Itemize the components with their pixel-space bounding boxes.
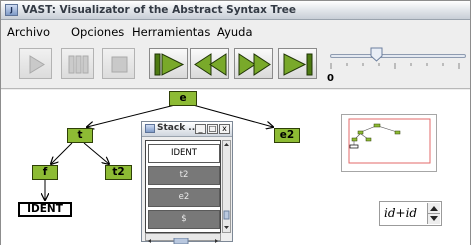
slider-ticks xyxy=(330,63,460,69)
java-app-icon: J xyxy=(5,4,18,16)
rewind-button[interactable] xyxy=(190,48,229,79)
tree-node-t[interactable]: t xyxy=(67,128,93,143)
spinner-buttons[interactable] xyxy=(427,203,440,224)
minimap-tree-icon xyxy=(348,118,431,164)
close-button[interactable]: x xyxy=(219,124,230,134)
window-title: VAST: Visualizator of the Abstract Synta… xyxy=(22,4,296,16)
fast-forward-button[interactable] xyxy=(234,48,273,79)
stack-window: Stack ... _ □ x IDENT t2 e2 $ xyxy=(141,121,233,245)
maximize-button[interactable]: □ xyxy=(207,124,218,134)
formula-spinner[interactable]: id+id xyxy=(379,201,442,226)
tree-canvas: e t e2 f t2 IDENT Stack ... _ □ x IDENT … xyxy=(1,90,470,245)
toolbar: 0 xyxy=(1,43,470,89)
stack-item: IDENT xyxy=(148,144,220,163)
stack-horizontal-scrollbar[interactable] xyxy=(145,233,221,245)
pause-button[interactable] xyxy=(61,48,94,79)
play-button[interactable] xyxy=(19,48,52,79)
scroll-arrows-icon xyxy=(223,143,230,229)
tree-node-e2[interactable]: e2 xyxy=(274,128,300,143)
pause-icon xyxy=(68,55,89,74)
title-bar[interactable]: J VAST: Visualizator of the Abstract Syn… xyxy=(1,1,470,20)
play-icon xyxy=(29,55,45,74)
rewind-icon xyxy=(194,53,227,76)
formula-input[interactable]: id+id xyxy=(384,206,417,220)
minimize-button[interactable]: _ xyxy=(195,124,206,134)
edge-t-t2 xyxy=(83,142,109,164)
menu-ayuda[interactable]: Ayuda xyxy=(217,25,253,39)
stop-button[interactable] xyxy=(102,48,135,79)
stack-title-bar[interactable]: Stack ... _ □ x xyxy=(142,122,232,137)
stack-title: Stack ... xyxy=(157,123,199,133)
edge-t-f xyxy=(51,142,73,164)
menu-bar: Archivo Opciones Herramientas Ayuda xyxy=(1,21,470,43)
hscroll-arrows-icon xyxy=(148,237,218,245)
step-last-button[interactable] xyxy=(278,48,317,79)
tree-node-e[interactable]: e xyxy=(169,91,197,106)
stack-item: e2 xyxy=(148,188,220,207)
menu-opciones[interactable]: Opciones xyxy=(71,25,124,39)
minimap-panel[interactable] xyxy=(341,114,437,172)
fast-forward-icon xyxy=(238,53,271,76)
tree-node-t2[interactable]: t2 xyxy=(105,165,132,180)
stack-item: $ xyxy=(148,210,220,229)
slider-track[interactable] xyxy=(330,54,466,58)
slider-value: 0 xyxy=(327,73,334,84)
step-first-button[interactable] xyxy=(149,48,188,79)
step-first-icon xyxy=(154,53,185,76)
step-last-icon xyxy=(283,53,313,76)
stack-window-icon xyxy=(145,124,155,133)
stop-icon xyxy=(111,56,128,73)
menu-archivo[interactable]: Archivo xyxy=(7,25,50,39)
slider-thumb[interactable] xyxy=(370,47,383,62)
tree-node-f[interactable]: f xyxy=(32,165,58,180)
stack-vertical-scrollbar[interactable] xyxy=(222,140,231,233)
main-window: J VAST: Visualizator of the Abstract Syn… xyxy=(0,0,471,245)
stack-item: t2 xyxy=(148,166,220,185)
spinner-arrows-icon xyxy=(428,206,440,221)
tree-leaf-ident[interactable]: IDENT xyxy=(18,202,72,217)
menu-herramientas[interactable]: Herramientas xyxy=(132,25,210,39)
stack-list: IDENT t2 e2 $ xyxy=(145,140,221,233)
speed-slider[interactable]: 0 xyxy=(326,45,471,85)
